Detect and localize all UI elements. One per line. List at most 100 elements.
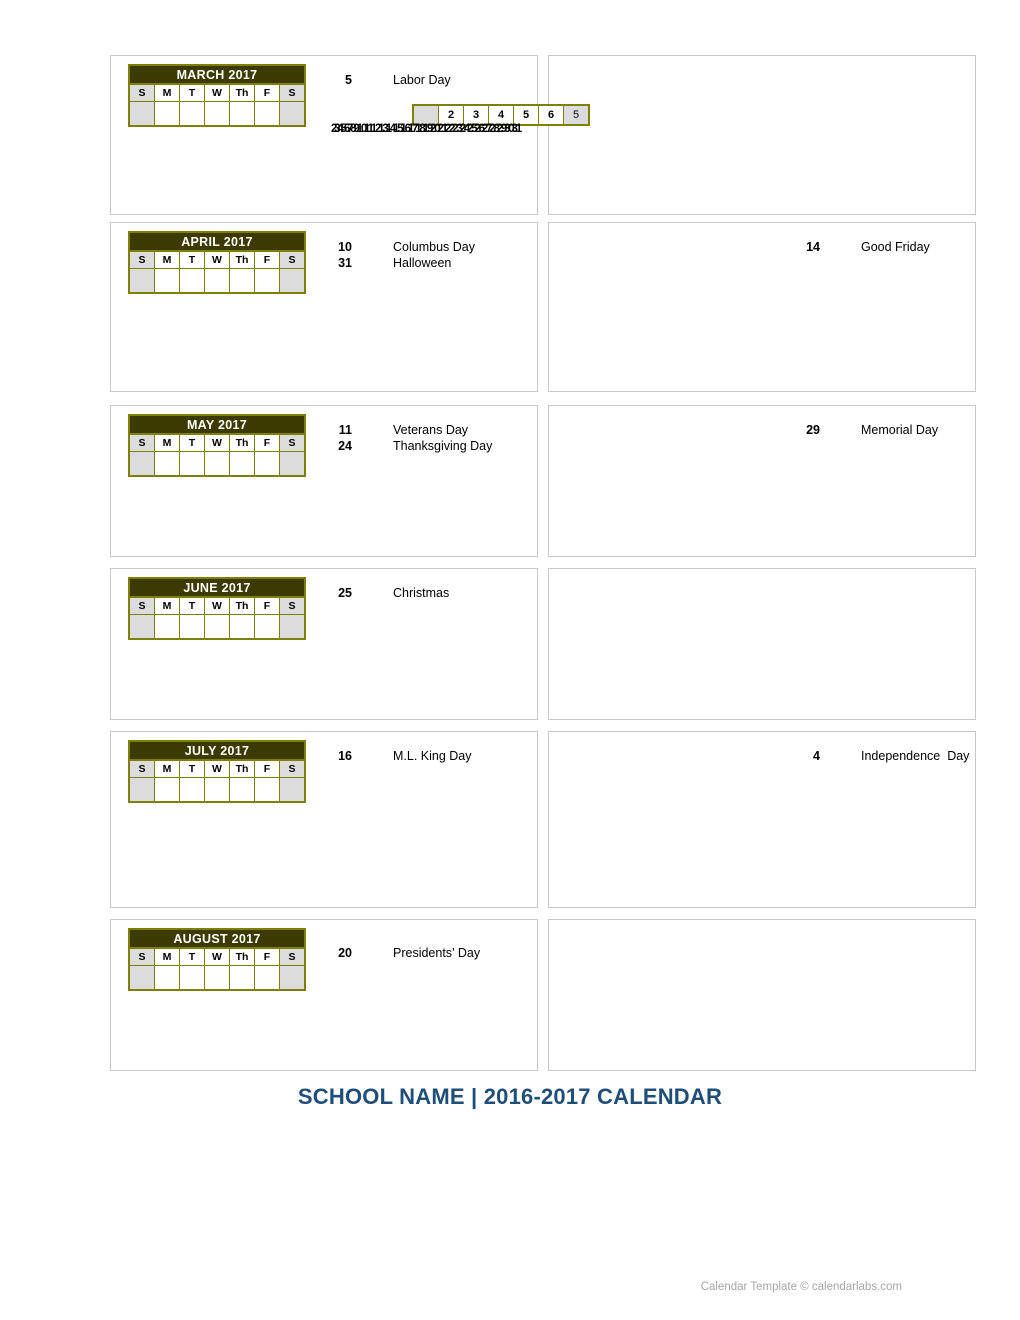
holiday-item: 11 Veterans Day: [306, 422, 537, 438]
month-row-july: JULY 2017 S M T W Th F S 16 M.L. King Da…: [110, 731, 976, 908]
mini-calendar-may: MAY 2017 S M T W Th F S: [128, 414, 306, 477]
holiday-date: 29: [806, 423, 820, 437]
weekday-mon: M: [154, 433, 180, 452]
day-cell[interactable]: [254, 451, 280, 477]
weekday-mon: M: [154, 947, 180, 966]
holiday-list-right-july: 4 Independence Day: [549, 732, 975, 764]
day-cell[interactable]: [229, 451, 255, 477]
holiday-date: 11: [338, 423, 352, 437]
day-cell[interactable]: [204, 965, 230, 991]
day-cell[interactable]: [279, 614, 306, 640]
weekday-sat: S: [279, 83, 306, 102]
mini-calendar-wrap-march: MARCH 2017 S M T W Th F S: [111, 56, 306, 214]
day-cell[interactable]: [179, 777, 205, 803]
holiday-list-left-july: 16 M.L. King Day: [306, 732, 537, 907]
weekday-sun: S: [128, 250, 155, 269]
day-cell[interactable]: [279, 777, 306, 803]
weekday-mon: M: [154, 83, 180, 102]
holiday-item: 10 Columbus Day: [306, 239, 537, 255]
day-cell[interactable]: [204, 777, 230, 803]
day-cell[interactable]: [154, 777, 180, 803]
day-cell[interactable]: [154, 965, 180, 991]
day-cell[interactable]: [128, 268, 155, 294]
holiday-name: Labor Day: [393, 73, 451, 87]
day-cell[interactable]: [229, 268, 255, 294]
month-panel-left-august: AUGUST 2017 S M T W Th F S 20 Presidents…: [110, 919, 538, 1071]
day-cell[interactable]: [254, 777, 280, 803]
weekday-wed: W: [204, 250, 230, 269]
day-cell[interactable]: [154, 614, 180, 640]
weekday-thu: Th: [229, 759, 255, 778]
day-cell-row: [128, 268, 306, 294]
day-cell[interactable]: [254, 268, 280, 294]
mini-calendar-wrap-august: AUGUST 2017 S M T W Th F S: [111, 920, 306, 1070]
mini-calendar-wrap-july: JULY 2017 S M T W Th F S: [111, 732, 306, 907]
mini-calendar-april: APRIL 2017 S M T W Th F S: [128, 231, 306, 294]
day-cell[interactable]: [229, 965, 255, 991]
day-cell[interactable]: [179, 614, 205, 640]
month-title-may: MAY 2017: [128, 414, 306, 435]
day-cell[interactable]: [179, 101, 205, 127]
day-cell[interactable]: [279, 451, 306, 477]
holiday-date: 16: [338, 749, 352, 763]
weekday-thu: Th: [229, 433, 255, 452]
day-cell[interactable]: [254, 614, 280, 640]
holiday-name: Thanksgiving Day: [393, 439, 493, 453]
holiday-list-left-may: 11 Veterans Day 24 Thanksgiving Day: [306, 406, 537, 556]
holiday-date: 24: [338, 439, 352, 453]
day-cell[interactable]: [179, 451, 205, 477]
month-title-july: JULY 2017: [128, 740, 306, 761]
day-cell[interactable]: [128, 101, 155, 127]
day-cell[interactable]: [204, 268, 230, 294]
month-title-june: JUNE 2017: [128, 577, 306, 598]
day-cell[interactable]: [204, 451, 230, 477]
mini-calendar-august: AUGUST 2017 S M T W Th F S: [128, 928, 306, 991]
weekday-sat: S: [279, 250, 306, 269]
day-cell[interactable]: [154, 101, 180, 127]
day-cell[interactable]: [279, 101, 306, 127]
day-cell[interactable]: [204, 101, 230, 127]
holiday-list-left-april: 10 Columbus Day 31 Halloween: [306, 223, 537, 391]
day-cell[interactable]: [128, 451, 155, 477]
month-panel-left-may: MAY 2017 S M T W Th F S 11 Veterans Day …: [110, 405, 538, 557]
day-cell[interactable]: [179, 268, 205, 294]
weekday-fri: F: [254, 83, 280, 102]
holiday-list-right-june: [549, 569, 975, 585]
day-cell[interactable]: [254, 101, 280, 127]
weekday-fri: F: [254, 250, 280, 269]
month-title-april: APRIL 2017: [128, 231, 306, 252]
holiday-list-right-may: 29 Memorial Day: [549, 406, 975, 438]
day-cell[interactable]: [229, 777, 255, 803]
weekday-sat: S: [279, 759, 306, 778]
holiday-item: 5 Labor Day: [306, 72, 537, 88]
holiday-date: 5: [345, 73, 352, 87]
day-cell[interactable]: [154, 268, 180, 294]
holiday-date: 31: [338, 256, 352, 270]
weekday-thu: Th: [229, 947, 255, 966]
day-cell[interactable]: [229, 614, 255, 640]
day-cell[interactable]: [128, 614, 155, 640]
weekday-sat: S: [279, 596, 306, 615]
holiday-name: Presidents’ Day: [393, 946, 481, 960]
day-cell[interactable]: [204, 614, 230, 640]
footer-credit: Calendar Template © calendarlabs.com: [0, 1281, 1020, 1293]
holiday-item: 20 Presidents’ Day: [306, 945, 537, 961]
holiday-name: Memorial Day: [861, 423, 939, 437]
weekday-sat: S: [279, 947, 306, 966]
weekday-tue: T: [179, 759, 205, 778]
holiday-list-right-march: [549, 56, 975, 72]
weekday-header-row: S M T W Th F S: [128, 596, 306, 615]
day-cell[interactable]: [279, 965, 306, 991]
day-cell[interactable]: [154, 451, 180, 477]
day-cell[interactable]: [128, 777, 155, 803]
day-cell[interactable]: [128, 965, 155, 991]
weekday-wed: W: [204, 947, 230, 966]
day-cell[interactable]: [254, 965, 280, 991]
holiday-date: 20: [338, 946, 352, 960]
day-cell[interactable]: [279, 268, 306, 294]
day-cell[interactable]: [179, 965, 205, 991]
holiday-list-left-june: 25 Christmas: [306, 569, 537, 719]
holiday-date: 25: [338, 586, 352, 600]
month-panel-right-june: [548, 568, 976, 720]
day-cell[interactable]: [229, 101, 255, 127]
